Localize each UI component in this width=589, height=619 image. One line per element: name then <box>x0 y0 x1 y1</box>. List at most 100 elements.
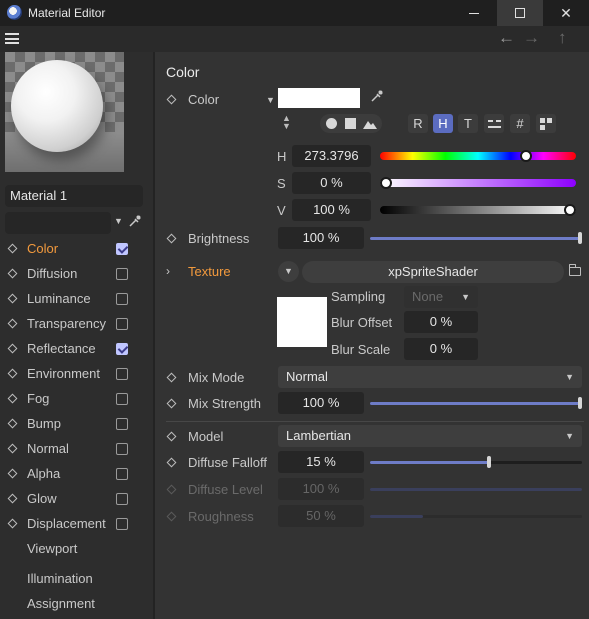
channel-label[interactable]: Fog <box>27 391 49 406</box>
channel-row-environment[interactable]: Environment <box>0 363 153 385</box>
material-name-field[interactable]: Material 1 <box>5 185 143 207</box>
channel-label[interactable]: Alpha <box>27 466 60 481</box>
channel-label[interactable]: Color <box>27 241 58 256</box>
channel-row-glow[interactable]: Glow <box>0 488 153 510</box>
channel-label[interactable]: Environment <box>27 366 100 381</box>
channel-label[interactable]: Diffusion <box>27 266 77 281</box>
diffuse-falloff-slider-knob[interactable] <box>486 456 491 468</box>
brightness-slider-knob[interactable] <box>578 232 582 244</box>
keyframe-diamond-icon[interactable] <box>7 493 18 504</box>
channel-label[interactable]: Glow <box>27 491 57 506</box>
up-arrow-icon[interactable]: ↑ <box>558 28 567 48</box>
hue-slider-knob[interactable] <box>519 150 532 162</box>
eyedropper-icon[interactable] <box>128 214 142 228</box>
maximize-button[interactable] <box>497 0 543 26</box>
keyframe-diamond-icon[interactable] <box>7 293 18 304</box>
channel-row-luminance[interactable]: Luminance <box>0 288 153 310</box>
value-slider[interactable] <box>380 204 576 216</box>
hue-slider[interactable] <box>380 150 576 162</box>
close-button[interactable]: ✕ <box>543 0 589 26</box>
blur-offset-input[interactable]: 0 % <box>404 311 478 333</box>
keyframe-diamond-icon[interactable] <box>7 443 18 454</box>
channel-label[interactable]: Reflectance <box>27 341 96 356</box>
keyframe-diamond-icon[interactable] <box>7 318 18 329</box>
v-input[interactable]: 100 % <box>292 199 371 221</box>
collapse-icon[interactable]: ▲ ▼ <box>282 114 291 131</box>
keyframe-diamond-icon[interactable] <box>7 268 18 279</box>
eyedropper-icon[interactable] <box>370 89 384 103</box>
channel-label[interactable]: Luminance <box>27 291 91 306</box>
keyframe-diamond-icon[interactable] <box>7 393 18 404</box>
texture-shader-button[interactable]: xpSpriteShader <box>302 261 564 283</box>
hsv-mode-button[interactable]: H <box>433 114 453 133</box>
channel-row-color[interactable]: Color <box>0 238 153 260</box>
channel-checkbox[interactable] <box>116 293 128 305</box>
channel-checkbox[interactable] <box>116 268 128 280</box>
channel-checkbox[interactable] <box>116 493 128 505</box>
channel-checkbox[interactable] <box>116 243 128 255</box>
channel-row-diffusion[interactable]: Diffusion <box>0 263 153 285</box>
keyframe-diamond-icon[interactable] <box>7 418 18 429</box>
channel-checkbox[interactable] <box>116 443 128 455</box>
channel-row-normal[interactable]: Normal <box>0 438 153 460</box>
diffuse-falloff-input[interactable]: 15 % <box>278 451 364 473</box>
channel-row-displacement[interactable]: Displacement <box>0 513 153 535</box>
chevron-down-icon[interactable]: ▼ <box>114 216 123 226</box>
mixer-mode-button[interactable] <box>484 114 504 133</box>
texture-menu-button[interactable]: ▼ <box>278 261 299 282</box>
value-slider-knob[interactable] <box>564 204 576 216</box>
channel-row-bump[interactable]: Bump <box>0 413 153 435</box>
channel-label[interactable]: Transparency <box>27 316 106 331</box>
color-swatch[interactable] <box>278 88 360 108</box>
keyframe-diamond-icon[interactable] <box>7 468 18 479</box>
minimize-button[interactable] <box>451 0 497 26</box>
channel-checkbox[interactable] <box>116 393 128 405</box>
brightness-input[interactable]: 100 % <box>278 227 364 249</box>
brightness-slider[interactable] <box>370 232 582 244</box>
keyframe-diamond-icon[interactable] <box>7 343 18 354</box>
channel-checkbox[interactable] <box>116 468 128 480</box>
model-dropdown[interactable]: Lambertian ▼ <box>278 425 582 447</box>
menu-icon[interactable] <box>5 33 19 44</box>
mix-mode-dropdown[interactable]: Normal ▼ <box>278 366 582 388</box>
sampling-dropdown[interactable]: None ▼ <box>404 286 478 308</box>
color-chevron-down-icon[interactable]: ▼ <box>266 95 275 105</box>
diffuse-falloff-slider[interactable] <box>370 456 582 468</box>
channel-checkbox[interactable] <box>116 518 128 530</box>
material-preview[interactable] <box>5 52 124 172</box>
forward-arrow-icon[interactable]: → <box>523 28 540 48</box>
nav-item-illumination[interactable]: Illumination <box>27 571 93 586</box>
nav-item-viewport[interactable]: Viewport <box>27 541 77 556</box>
channel-row-fog[interactable]: Fog <box>0 388 153 410</box>
blur-scale-input[interactable]: 0 % <box>404 338 478 360</box>
keyframe-diamond-icon[interactable] <box>7 518 18 529</box>
keyframe-diamond-icon[interactable] <box>7 368 18 379</box>
spectrum-icon[interactable] <box>345 118 356 129</box>
mix-strength-slider-knob[interactable] <box>578 397 582 409</box>
nav-item-assignment[interactable]: Assignment <box>27 596 95 611</box>
channel-label[interactable]: Displacement <box>27 516 106 531</box>
rgb-mode-button[interactable]: R <box>408 114 428 133</box>
channel-label[interactable]: Normal <box>27 441 69 456</box>
saturation-slider[interactable] <box>380 177 576 189</box>
back-arrow-icon[interactable]: ← <box>498 28 515 48</box>
channel-checkbox[interactable] <box>116 343 128 355</box>
kelvin-mode-button[interactable]: T <box>458 114 478 133</box>
mix-strength-slider[interactable] <box>370 397 582 409</box>
hex-mode-button[interactable]: # <box>510 114 530 133</box>
folder-icon[interactable] <box>568 264 581 276</box>
channel-row-reflectance[interactable]: Reflectance <box>0 338 153 360</box>
wheel-icon[interactable] <box>326 118 337 129</box>
saturation-slider-knob[interactable] <box>380 177 392 189</box>
channel-row-transparency[interactable]: Transparency <box>0 313 153 335</box>
channel-checkbox[interactable] <box>116 368 128 380</box>
keyframe-diamond-icon[interactable] <box>7 243 18 254</box>
chevron-right-icon[interactable]: › <box>166 264 170 278</box>
material-layer-field[interactable] <box>5 212 111 234</box>
mix-strength-input[interactable]: 100 % <box>278 392 364 414</box>
s-input[interactable]: 0 % <box>292 172 371 194</box>
swatches-mode-button[interactable] <box>536 114 556 133</box>
channel-checkbox[interactable] <box>116 318 128 330</box>
channel-row-alpha[interactable]: Alpha <box>0 463 153 485</box>
channel-checkbox[interactable] <box>116 418 128 430</box>
